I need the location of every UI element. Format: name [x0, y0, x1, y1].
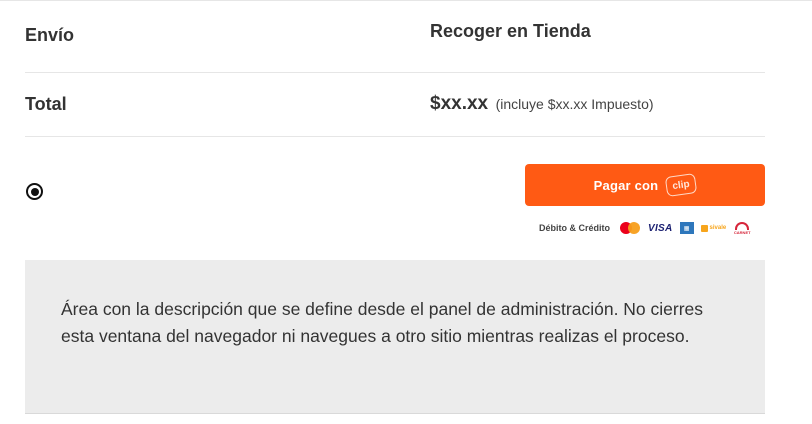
total-label: Total: [25, 94, 67, 114]
pay-button-label: Pagar con: [593, 177, 659, 193]
methods-label: Débito & Crédito: [539, 223, 610, 233]
shipping-label: Envío: [25, 25, 75, 45]
sivale-icon: sivale: [700, 222, 727, 234]
amex-icon: ▦: [679, 222, 694, 234]
carnet-icon: CARNET: [733, 221, 751, 235]
total-price: $xx.xx: [430, 93, 489, 114]
carnet-icon-text: CARNET: [733, 230, 751, 235]
shipping-row: Envío Recoger en Tienda: [25, 1, 765, 73]
radio-selected-dot: [30, 187, 39, 196]
shipping-value: Recoger en Tienda: [430, 21, 591, 41]
sivale-icon-text: sivale: [709, 225, 727, 231]
payment-method-radio[interactable]: [26, 183, 43, 200]
clip-logo-icon: clip: [665, 173, 698, 197]
payment-description-box: Área con la descripción que se define de…: [25, 260, 765, 414]
accepted-cards: Débito & Crédito VISA ▦ sivale CARNET: [539, 220, 751, 236]
pay-with-clip-button[interactable]: Pagar con clip: [525, 164, 765, 206]
payment-description-text: Área con la descripción que se define de…: [61, 299, 704, 346]
mastercard-icon: [619, 221, 641, 235]
visa-icon: VISA: [648, 222, 673, 234]
total-row: Total $xx.xx (incluye $xx.xx Impuesto): [25, 73, 765, 137]
tax-note: (incluye $xx.xx Impuesto): [495, 96, 654, 112]
total-value: $xx.xx (incluye $xx.xx Impuesto): [430, 93, 654, 115]
